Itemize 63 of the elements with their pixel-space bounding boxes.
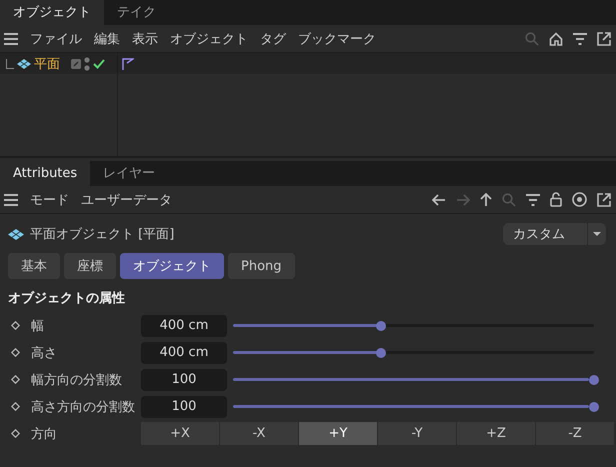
popout-icon[interactable] [597, 192, 611, 206]
up-arrow-icon[interactable] [480, 192, 492, 206]
menu-icon[interactable] [4, 32, 18, 44]
keyframe-diamond-icon[interactable] [11, 321, 20, 330]
caret-icon [593, 232, 601, 236]
direction-option[interactable]: +X [141, 422, 219, 445]
filter-icon[interactable] [526, 194, 540, 206]
back-arrow-icon[interactable] [432, 194, 446, 206]
number-field[interactable]: 100 [141, 396, 227, 418]
section-title: オブジェクトの属性 [7, 290, 126, 308]
keyframe-diamond-icon[interactable] [11, 375, 20, 384]
menu-item[interactable]: オブジェクト [170, 30, 248, 48]
visibility-dots-icon[interactable] [84, 56, 90, 70]
slider-thumb[interactable] [376, 320, 386, 330]
panel-tab[interactable]: オブジェクト [0, 0, 104, 25]
menu-item[interactable]: ファイル [30, 30, 82, 48]
attribute-tab[interactable]: Phong [228, 253, 295, 279]
direction-option[interactable]: -Z [536, 422, 614, 445]
number-field[interactable]: 400 cm [141, 342, 227, 364]
direction-option[interactable]: -X [220, 422, 298, 445]
direction-option[interactable]: +Y [299, 422, 377, 445]
keyframe-diamond-icon[interactable] [11, 348, 20, 357]
mode-dropdown[interactable]: カスタム [503, 223, 606, 245]
edit-icon[interactable] [71, 58, 81, 68]
menu-icon[interactable] [4, 194, 18, 206]
panel-tab[interactable]: レイヤー [90, 161, 168, 186]
plane-icon [8, 228, 24, 240]
check-icon[interactable] [93, 58, 105, 68]
parameter-label: 高さ [31, 344, 58, 362]
plane-icon [17, 58, 31, 68]
menu-item[interactable]: ブックマーク [298, 30, 376, 48]
direction-option[interactable]: +Z [457, 422, 535, 445]
parameter-label: 幅方向の分割数 [31, 372, 123, 388]
number-field[interactable]: 400 cm [141, 314, 227, 336]
tree-line [6, 58, 14, 68]
menu-item[interactable]: 表示 [132, 30, 158, 48]
parameter-label: 方向 [31, 426, 58, 442]
slider-thumb[interactable] [376, 348, 386, 358]
menu-item[interactable]: タグ [260, 30, 286, 48]
home-icon[interactable] [549, 32, 563, 46]
filter-icon[interactable] [573, 32, 587, 44]
panel-tab[interactable]: テイク [104, 0, 169, 25]
menu-item[interactable]: 編集 [94, 30, 120, 48]
keyframe-diamond-icon[interactable] [11, 402, 20, 411]
popout-icon[interactable] [597, 32, 611, 46]
parameter-label: 幅 [31, 318, 45, 334]
attribute-tab[interactable]: 基本 [8, 253, 60, 279]
attribute-tab[interactable]: 座標 [64, 253, 116, 279]
object-name[interactable]: 平面 [34, 54, 60, 72]
direction-option[interactable]: -Y [378, 422, 456, 445]
target-icon[interactable] [572, 192, 587, 207]
menu-item[interactable]: モード [30, 190, 69, 208]
object-title: 平面オブジェクト [平面] [30, 226, 174, 243]
number-field[interactable]: 100 [141, 368, 227, 390]
parameter-label: 高さ方向の分割数 [31, 398, 136, 416]
slider-thumb[interactable] [589, 402, 599, 412]
slider-thumb[interactable] [589, 374, 599, 384]
attribute-tab[interactable]: オブジェクト [120, 253, 224, 279]
keyframe-diamond-icon[interactable] [11, 429, 20, 438]
menu-item[interactable]: ユーザーデータ [81, 190, 172, 208]
tag-icon[interactable] [122, 58, 134, 70]
panel-tab[interactable]: Attributes [0, 161, 90, 186]
lock-icon[interactable] [550, 192, 562, 207]
